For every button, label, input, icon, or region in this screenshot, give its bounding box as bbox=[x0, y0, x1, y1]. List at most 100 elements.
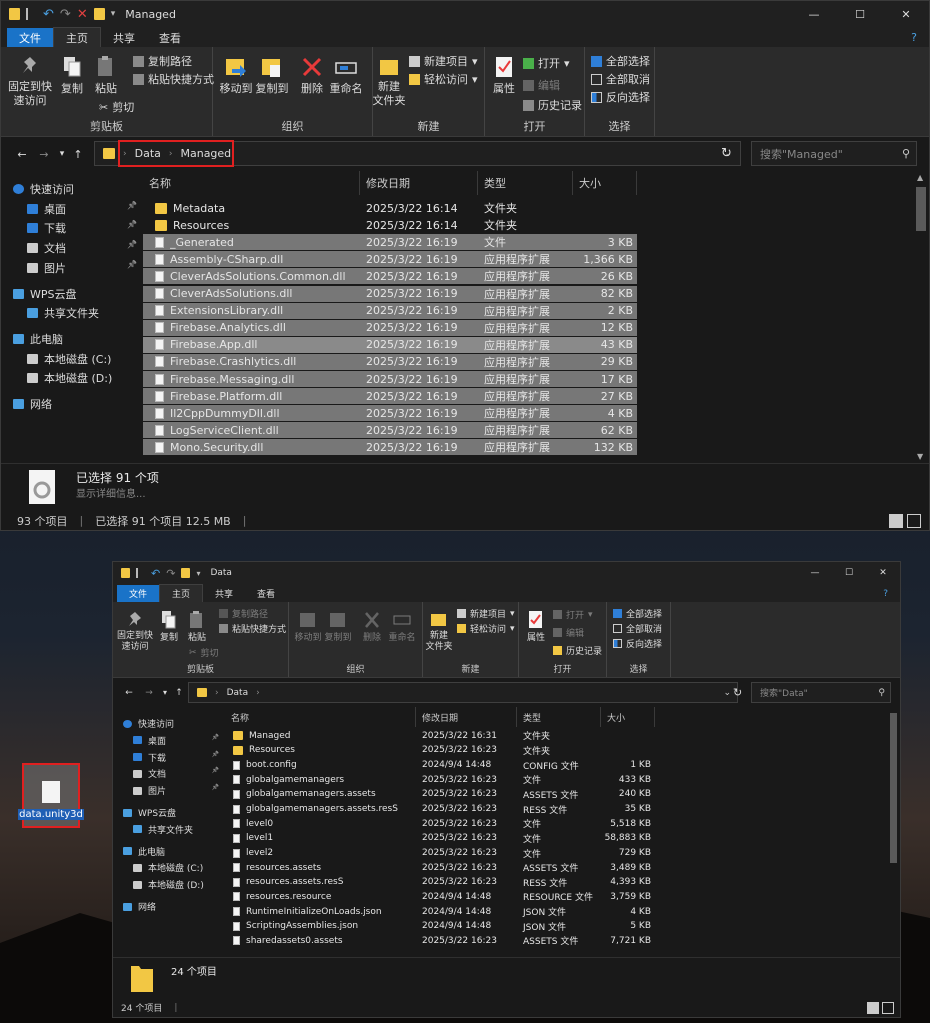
new-item-button[interactable]: 新建项目 ▾ bbox=[409, 53, 478, 69]
new-folder-button[interactable]: 新建 文件夹 bbox=[425, 610, 453, 654]
table-row[interactable]: ScriptingAssemblies.json 2024/9/4 14:48 JS… bbox=[225, 919, 655, 933]
tab-home[interactable]: 主页 bbox=[159, 584, 204, 602]
copy-path-button[interactable]: 复制路径 bbox=[133, 53, 192, 69]
nav-item[interactable]: 共享文件夹 bbox=[133, 823, 193, 836]
copy-to-button[interactable]: 复制到 bbox=[255, 55, 289, 96]
desktop-file-icon[interactable]: data.unity3d bbox=[18, 763, 84, 828]
cut-button[interactable]: ✂ 剪切 bbox=[189, 646, 219, 660]
copy-button[interactable]: 复制 bbox=[57, 55, 87, 96]
invert-selection-button[interactable]: 反向选择 bbox=[591, 89, 650, 105]
maximize-button[interactable]: ☐ bbox=[837, 1, 883, 27]
nav-item[interactable]: 本地磁盘 (C:) bbox=[133, 861, 203, 874]
tab-view[interactable]: 查看 bbox=[245, 585, 287, 602]
col-size[interactable]: 大小 bbox=[573, 171, 637, 195]
col-name[interactable]: 名称 bbox=[143, 171, 360, 195]
undo-icon[interactable]: ↶ bbox=[43, 7, 54, 22]
paste-button[interactable]: 粘贴 bbox=[185, 610, 209, 644]
nav-item[interactable]: WPS云盘 bbox=[13, 286, 77, 302]
table-row[interactable]: CleverAdsSolutions.Common.dll 2025/3/22 1… bbox=[143, 268, 637, 285]
new-folder-quick-icon[interactable] bbox=[181, 568, 191, 578]
paste-shortcut-button[interactable]: 粘贴快捷方式 bbox=[133, 71, 214, 87]
vertical-scrollbar[interactable]: ▲ ▼ bbox=[913, 171, 929, 463]
col-date[interactable]: 修改日期 bbox=[360, 171, 478, 195]
scroll-thumb[interactable] bbox=[890, 713, 897, 863]
close-button[interactable]: ✕ bbox=[883, 1, 929, 27]
nav-item[interactable]: 桌面 bbox=[133, 734, 166, 747]
rename-button[interactable]: 重命名 bbox=[387, 610, 417, 644]
forward-arrow-icon[interactable]: → bbox=[139, 688, 159, 698]
refresh-icon[interactable]: ↻ bbox=[721, 146, 732, 161]
nav-item[interactable]: 下载 bbox=[133, 751, 166, 764]
select-all-button[interactable]: 全部选择 bbox=[613, 607, 662, 620]
nav-item[interactable]: 此电脑 bbox=[123, 845, 165, 858]
col-type[interactable]: 类型 bbox=[517, 707, 601, 727]
tab-home[interactable]: 主页 bbox=[53, 27, 101, 47]
col-date[interactable]: 修改日期 bbox=[416, 707, 517, 727]
nav-item[interactable]: 共享文件夹 bbox=[27, 305, 99, 321]
help-icon[interactable]: ? bbox=[899, 28, 929, 47]
delete-button[interactable]: 删除 bbox=[297, 55, 327, 96]
table-row[interactable]: resources.assets 2025/3/22 16:23 ASSETS 文件… bbox=[225, 861, 655, 875]
nav-item[interactable]: 快速访问 bbox=[123, 717, 174, 730]
table-row[interactable]: globalgamemanagers.assets 2025/3/22 16:23… bbox=[225, 788, 655, 802]
table-row[interactable]: level1 2025/3/22 16:23 文件 58,883 KB bbox=[225, 832, 655, 846]
refresh-icon[interactable]: ↻ bbox=[733, 686, 742, 699]
redo-icon[interactable]: ↷ bbox=[166, 567, 175, 580]
tab-share[interactable]: 共享 bbox=[203, 585, 245, 602]
rename-button[interactable]: 重命名 bbox=[329, 55, 363, 96]
scroll-down-icon[interactable]: ▼ bbox=[917, 452, 923, 461]
close-button[interactable]: ✕ bbox=[866, 562, 900, 584]
nav-item[interactable]: 本地磁盘 (D:) bbox=[27, 370, 112, 386]
copy-button[interactable]: 复制 bbox=[157, 610, 181, 644]
properties-button[interactable]: 属性 bbox=[523, 610, 549, 644]
table-row[interactable]: RuntimeInitializeOnLoads.json 2024/9/4 14… bbox=[225, 905, 655, 919]
edit-button[interactable]: 编辑 bbox=[523, 77, 560, 93]
copy-to-button[interactable]: 复制到 bbox=[323, 610, 353, 644]
table-row[interactable]: globalgamemanagers.assets.resS 2025/3/22 … bbox=[225, 802, 655, 816]
customize-dropdown-icon[interactable]: ▾ bbox=[196, 569, 200, 578]
tab-share[interactable]: 共享 bbox=[101, 28, 147, 47]
tab-file[interactable]: 文件 bbox=[7, 28, 53, 47]
pin-to-quick-access-button[interactable]: 固定到快 速访问 bbox=[8, 55, 52, 108]
properties-quick-icon[interactable] bbox=[136, 568, 145, 578]
search-input[interactable]: 搜索"Managed" ⚲ bbox=[751, 141, 917, 166]
col-type[interactable]: 类型 bbox=[478, 171, 573, 195]
table-row[interactable]: resources.assets.resS 2025/3/22 16:23 RESS… bbox=[225, 876, 655, 890]
nav-item[interactable]: 网络 bbox=[123, 900, 156, 913]
forward-arrow-icon[interactable]: → bbox=[33, 148, 55, 161]
select-none-button[interactable]: 全部取消 bbox=[613, 622, 662, 635]
details-view-icon[interactable] bbox=[889, 513, 903, 528]
table-row[interactable]: boot.config 2024/9/4 14:48 CONFIG 文件 1 KB bbox=[225, 758, 655, 772]
table-row[interactable]: LogServiceClient.dll 2025/3/22 16:19 应用程序扩… bbox=[143, 422, 637, 439]
details-show-more[interactable]: 显示详细信息... bbox=[76, 485, 146, 500]
new-item-button[interactable]: 新建项目 ▾ bbox=[457, 607, 515, 620]
new-folder-quick-icon[interactable] bbox=[93, 8, 105, 20]
easy-access-button[interactable]: 轻松访问 ▾ bbox=[457, 622, 515, 635]
delete-button[interactable]: 删除 bbox=[359, 610, 385, 644]
back-arrow-icon[interactable]: ← bbox=[119, 688, 139, 698]
customize-dropdown-icon[interactable]: ▾ bbox=[111, 9, 116, 19]
table-row[interactable]: Firebase.Crashlytics.dll 2025/3/22 16:19 应… bbox=[143, 353, 637, 370]
tab-file[interactable]: 文件 bbox=[117, 585, 160, 602]
nav-item[interactable]: 本地磁盘 (C:) bbox=[27, 351, 111, 367]
table-row[interactable]: globalgamemanagers 2025/3/22 16:23 文件 433 K… bbox=[225, 773, 655, 787]
select-all-button[interactable]: 全部选择 bbox=[591, 53, 650, 69]
maximize-button[interactable]: ☐ bbox=[832, 562, 866, 584]
col-name[interactable]: 名称 bbox=[225, 707, 416, 727]
move-to-button[interactable]: 移动到 bbox=[219, 55, 253, 96]
table-row[interactable]: Firebase.Analytics.dll 2025/3/22 16:19 应用程… bbox=[143, 319, 637, 336]
nav-item[interactable]: 下载 bbox=[27, 220, 66, 236]
invert-selection-button[interactable]: 反向选择 bbox=[613, 637, 662, 650]
table-row[interactable]: Resources 2025/3/22 16:23 文件夹 bbox=[225, 744, 655, 758]
recent-dropdown-icon[interactable]: ▾ bbox=[55, 149, 69, 159]
table-row[interactable]: Metadata 2025/3/22 16:14 文件夹 bbox=[143, 200, 637, 216]
nav-item[interactable]: 网络 bbox=[13, 396, 52, 412]
large-icons-view-icon[interactable] bbox=[907, 513, 921, 528]
properties-button[interactable]: 属性 bbox=[489, 55, 519, 96]
easy-access-button[interactable]: 轻松访问 ▾ bbox=[409, 71, 478, 87]
large-icons-view-icon[interactable] bbox=[882, 1001, 894, 1014]
up-arrow-icon[interactable]: ↑ bbox=[69, 148, 87, 161]
new-folder-button[interactable]: 新建 文件夹 bbox=[373, 55, 406, 108]
col-size[interactable]: 大小 bbox=[601, 707, 655, 727]
undo-icon[interactable]: ↶ bbox=[151, 567, 160, 580]
